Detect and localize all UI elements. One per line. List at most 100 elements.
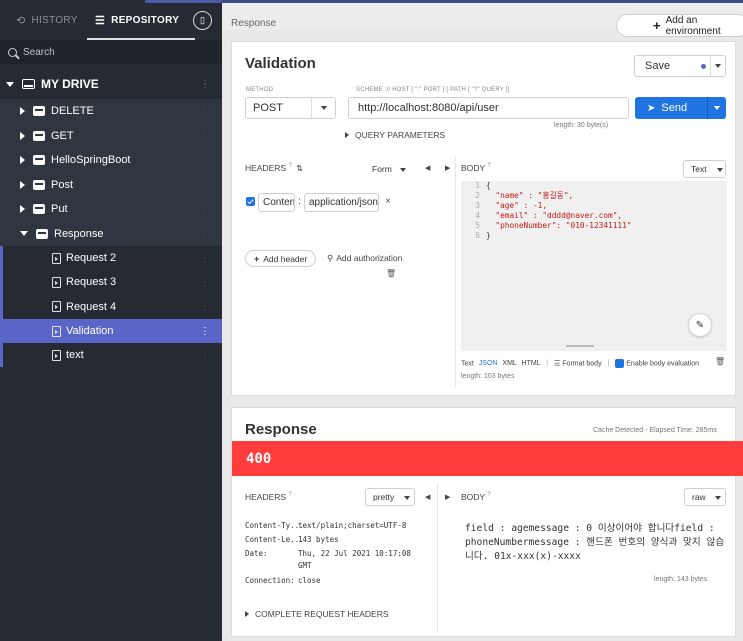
trash-icon[interactable]: 🗑 (386, 269, 396, 278)
chevron-right-icon (245, 611, 249, 617)
tab-repository[interactable]: ☰ REPOSITORY (86, 0, 196, 40)
request-item-validation[interactable]: Validation ⋮ (0, 318, 222, 344)
complete-request-headers-toggle[interactable]: COMPLETE REQUEST HEADERS (245, 609, 389, 619)
collapse-left-icon[interactable]: ◀ (425, 493, 430, 501)
folder-post[interactable]: Post ⋮ (0, 172, 222, 197)
plus-icon: + (254, 253, 260, 264)
folder-icon (33, 179, 45, 190)
request-item-request-3[interactable]: Request 3 ⋮ (0, 270, 222, 295)
folder-get[interactable]: GET ⋮ (0, 123, 222, 148)
tab-repository-label: REPOSITORY (111, 14, 180, 26)
header-enabled-checkbox[interactable] (246, 197, 255, 206)
more-icon[interactable]: ⋮ (200, 326, 210, 337)
save-label: Save (645, 60, 671, 72)
response-headers-mode-value: pretty (373, 492, 395, 502)
chevron-down-icon (20, 231, 28, 237)
remove-header-icon[interactable]: × (385, 196, 391, 207)
chevron-down-icon[interactable] (715, 64, 721, 68)
add-environment-button[interactable]: + Add an environment (616, 14, 743, 37)
more-icon[interactable]: ⋮ (200, 253, 210, 264)
folder-label: HelloSpringBoot (51, 154, 131, 167)
save-dropdown[interactable]: Save (634, 55, 726, 77)
request-item-request-4[interactable]: Request 4 ⋮ (0, 294, 222, 319)
send-button[interactable]: ➤ Send (635, 97, 726, 119)
more-icon[interactable]: ⋮ (200, 106, 210, 117)
header-value-value: application/json (309, 197, 378, 208)
drive-icon (22, 79, 35, 89)
more-icon[interactable]: ⋮ (200, 277, 210, 288)
add-header-button[interactable]: + Add header (245, 250, 317, 267)
collapse-right-icon[interactable]: ▶ (445, 164, 450, 172)
more-icon[interactable]: ⋮ (200, 204, 210, 215)
query-parameters-toggle[interactable]: QUERY PARAMETERS (345, 130, 445, 140)
request-headers-heading: HEADERS ? ⇅ (245, 163, 303, 173)
method-value: POST (253, 102, 283, 114)
more-icon[interactable]: ⋮ (200, 155, 210, 166)
format-html[interactable]: HTML (522, 360, 541, 367)
plus-icon: + (653, 18, 661, 33)
response-body-mode-select[interactable]: raw (684, 488, 726, 506)
more-icon[interactable]: ⋮ (200, 301, 210, 312)
url-value: http://localhost:8080/api/user (358, 102, 499, 114)
chevron-right-icon (345, 132, 349, 138)
new-document-button[interactable]: ▯ (193, 11, 212, 30)
sort-icon[interactable]: ⇅ (296, 164, 303, 173)
more-icon[interactable]: ⋮ (200, 179, 210, 190)
search-placeholder: Search (23, 46, 55, 58)
body-mode-select[interactable]: Text (683, 160, 726, 178)
help-icon[interactable]: ? (288, 163, 291, 169)
response-header-key: Content-Ty... (245, 521, 304, 530)
header-key-input[interactable]: Content-Type (258, 193, 295, 212)
my-drive[interactable]: MY DRIVE ⋮ (0, 72, 222, 96)
response-headers-mode-select[interactable]: pretty (365, 488, 415, 506)
breadcrumb: Response (231, 18, 277, 29)
collapse-left-icon[interactable]: ◀ (425, 164, 430, 172)
format-json[interactable]: JSON (479, 360, 498, 367)
more-icon[interactable]: ⋮ (200, 228, 210, 239)
chevron-down-icon (715, 496, 721, 500)
request-item-text[interactable]: text ⋮ (0, 343, 222, 368)
more-icon[interactable]: ⋮ (200, 79, 210, 90)
folder-hellospringboot[interactable]: HelloSpringBoot ⋮ (0, 148, 222, 173)
divider (311, 98, 312, 118)
format-text[interactable]: Text (461, 360, 474, 367)
enable-eval-checkbox[interactable] (615, 359, 625, 368)
request-item-request-2[interactable]: Request 2 ⋮ (0, 246, 222, 271)
complete-request-headers-label: COMPLETE REQUEST HEADERS (255, 609, 389, 619)
help-icon[interactable]: ? (487, 163, 490, 169)
add-header-label: Add header (263, 253, 308, 264)
headers-label: HEADERS (245, 492, 287, 502)
folder-delete[interactable]: DELETE ⋮ (0, 99, 222, 124)
tab-history[interactable]: ⟲ HISTORY (16, 0, 78, 40)
wand-icon: ✎ (695, 319, 705, 331)
more-icon[interactable]: ⋮ (200, 350, 210, 361)
key-icon: ⚲ (327, 253, 334, 263)
format-body-button[interactable]: Format body (562, 360, 601, 367)
folder-put[interactable]: Put ⋮ (0, 197, 222, 222)
trash-icon[interactable]: 🗑 (715, 357, 725, 366)
help-icon[interactable]: ? (288, 492, 291, 498)
document-icon: ▯ (200, 15, 205, 25)
repository-tree: DELETE ⋮ GET ⋮ HelloSpringBoot ⋮ Post ⋮ … (0, 99, 222, 368)
request-card: Validation Save METHOD SCHEME :// HOST [… (231, 41, 736, 396)
search-input[interactable]: Search (0, 40, 222, 64)
collapse-right-icon[interactable]: ▶ (445, 493, 450, 501)
resize-handle[interactable] (566, 345, 594, 347)
my-drive-label: MY DRIVE (41, 77, 99, 91)
format-xml[interactable]: XML (502, 360, 516, 367)
chevron-down-icon (321, 106, 327, 110)
method-select[interactable]: POST (245, 97, 336, 119)
add-authorization-button[interactable]: ⚲ Add authorization (327, 253, 402, 264)
magic-wand-button[interactable]: ✎ (688, 313, 712, 337)
header-value-input[interactable]: application/json (304, 193, 379, 212)
folder-response[interactable]: Response ⋮ (0, 221, 222, 246)
response-body-text: field : agemessage : 0 이상이어야 합니다field : … (465, 523, 725, 562)
headers-mode-select[interactable]: Form (365, 160, 410, 178)
database-icon: ☰ (95, 14, 106, 27)
help-icon[interactable]: ? (487, 492, 490, 498)
more-icon[interactable]: ⋮ (200, 130, 210, 141)
chevron-down-icon[interactable] (714, 106, 720, 110)
format-body-icon: ☰ (554, 360, 561, 368)
url-input[interactable]: http://localhost:8080/api/user (348, 97, 629, 119)
body-mode-value: Text (691, 164, 707, 174)
